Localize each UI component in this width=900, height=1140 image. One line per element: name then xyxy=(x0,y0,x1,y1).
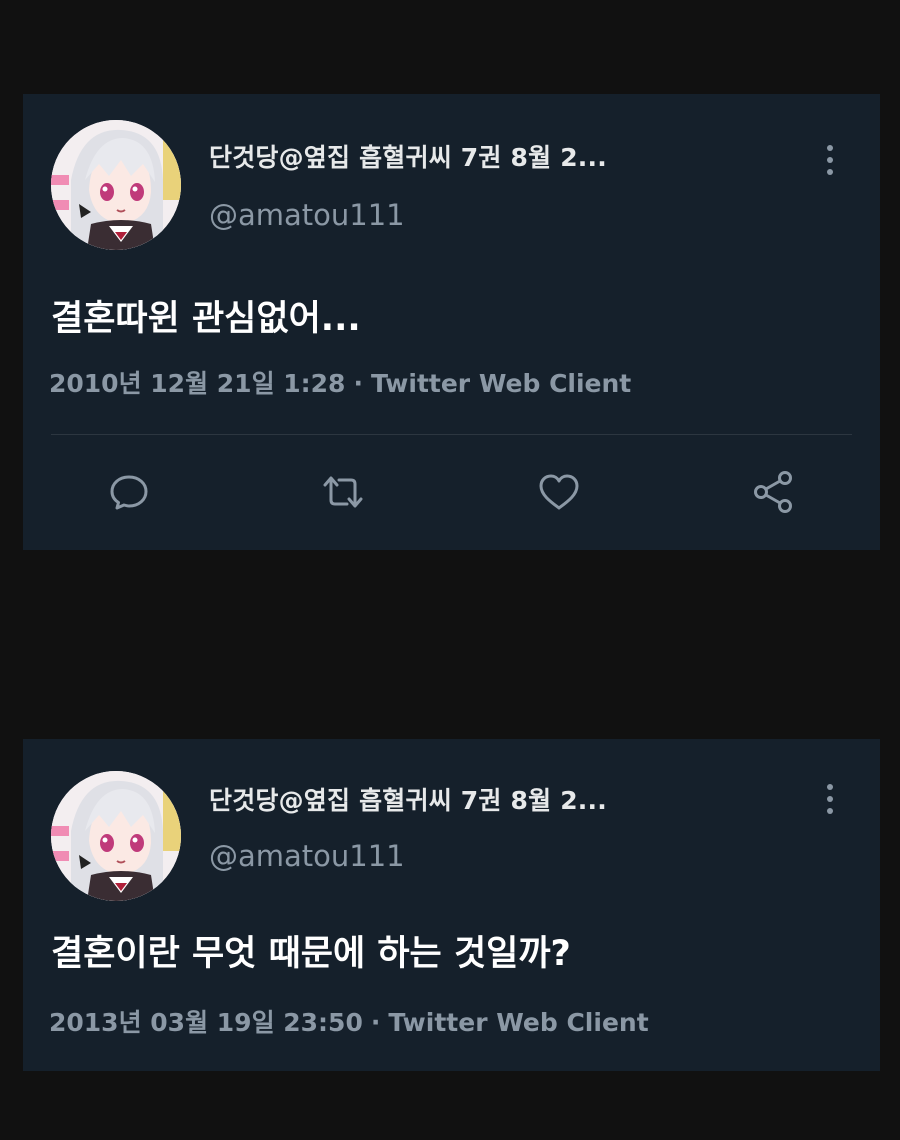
user-handle[interactable]: @amatou111 xyxy=(209,839,405,873)
display-name[interactable]: 단것당@옆집 흡혈귀씨 7권 8월 2... xyxy=(209,138,607,174)
share-button[interactable] xyxy=(749,468,797,516)
reply-button[interactable] xyxy=(105,468,153,516)
tweet-meta: 2013년 03월 19일 23:50 · Twitter Web Client xyxy=(49,1003,649,1039)
share-icon xyxy=(754,471,792,513)
more-vertical-icon xyxy=(827,784,833,814)
tweet-text: 결혼이란 무엇 때문에 하는 것일까? xyxy=(51,934,571,974)
tweet-datetime[interactable]: 2010년 12월 21일 1:28 xyxy=(49,369,345,398)
avatar-image xyxy=(51,120,181,250)
tweet-client[interactable]: Twitter Web Client xyxy=(388,1008,648,1037)
retweet-button[interactable] xyxy=(319,468,367,516)
tweet-client[interactable]: Twitter Web Client xyxy=(371,369,631,398)
more-options-button[interactable] xyxy=(820,142,840,178)
tweet-card[interactable]: 단것당@옆집 흡혈귀씨 7권 8월 2... @amatou111 결혼따윈 관… xyxy=(23,94,880,550)
avatar-image xyxy=(51,771,181,901)
tweet-card[interactable]: 단것당@옆집 흡혈귀씨 7권 8월 2... @amatou111 결혼이란 무… xyxy=(23,739,880,1071)
divider xyxy=(51,434,852,435)
reply-icon xyxy=(110,475,148,510)
more-vertical-icon xyxy=(827,145,833,175)
display-name[interactable]: 단것당@옆집 흡혈귀씨 7권 8월 2... xyxy=(209,781,607,817)
avatar[interactable] xyxy=(51,120,181,250)
retweet-icon xyxy=(323,476,363,508)
tweet-meta: 2010년 12월 21일 1:28 · Twitter Web Client xyxy=(49,364,631,400)
heart-icon xyxy=(539,474,579,510)
tweet-text: 결혼따윈 관심없어... xyxy=(51,299,361,339)
tweet-datetime[interactable]: 2013년 03월 19일 23:50 xyxy=(49,1008,363,1037)
meta-separator: · xyxy=(370,1008,381,1037)
more-options-button[interactable] xyxy=(820,781,840,817)
meta-separator: · xyxy=(353,369,363,398)
like-button[interactable] xyxy=(535,468,583,516)
user-handle[interactable]: @amatou111 xyxy=(209,198,405,232)
avatar[interactable] xyxy=(51,771,181,901)
tweet-actions xyxy=(23,468,880,516)
